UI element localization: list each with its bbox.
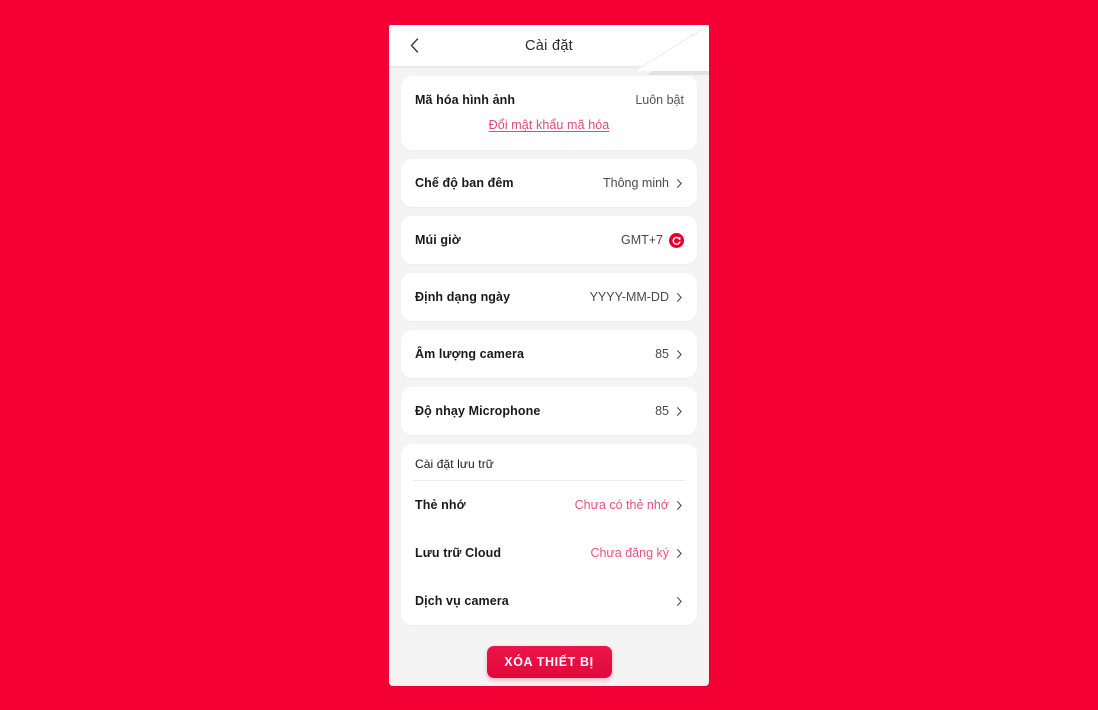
row-label: Lưu trữ Cloud: [415, 546, 502, 560]
row-right: 85: [655, 347, 684, 361]
row-label: Múi giờ: [415, 233, 461, 247]
chevron-right-icon: [675, 178, 684, 188]
row-right: GMT+7: [620, 232, 684, 248]
row-value: 85: [655, 347, 669, 361]
chevron-right-icon: [675, 349, 684, 359]
row-camera-service[interactable]: Dịch vụ camera: [401, 577, 697, 625]
row-label: Thẻ nhớ: [415, 498, 466, 512]
row-right: [669, 596, 684, 606]
row-right: 85: [655, 404, 684, 418]
change-encryption-password-link[interactable]: Đổi mật khẩu mã hóa: [489, 118, 610, 132]
row-label: Âm lượng camera: [415, 347, 525, 361]
delete-button-wrap: XÓA THIẾT BỊ: [401, 634, 697, 678]
row-value: Chưa đăng ký: [590, 546, 669, 560]
more-vertical-icon[interactable]: [691, 34, 695, 51]
card-microphone-sensitivity: Độ nhạy Microphone 85: [401, 387, 697, 435]
row-right: YYYY-MM-DD: [590, 290, 684, 304]
storage-settings-header: Cài đặt lưu trữ: [415, 457, 494, 471]
card-date-format: Định dạng ngày YYYY-MM-DD: [401, 273, 697, 321]
chevron-right-icon: [675, 292, 684, 302]
delete-device-button[interactable]: XÓA THIẾT BỊ: [486, 646, 612, 678]
row-memory-card[interactable]: Thẻ nhớ Chưa có thẻ nhớ: [401, 481, 697, 529]
page-title: Cài đặt: [524, 37, 574, 54]
back-button[interactable]: [397, 25, 431, 66]
chevron-right-icon: [675, 548, 684, 558]
card-encryption: Mã hóa hình ảnh Luôn bật Đổi mật khẩu mã…: [401, 76, 697, 150]
phone-settings-panel: Cài đặt Mã hóa hình ảnh Luôn bật Đổi mật…: [389, 25, 709, 686]
card-storage-settings: Cài đặt lưu trữ Thẻ nhớ Chưa có thẻ nhớ …: [401, 444, 697, 625]
row-value: Chưa có thẻ nhớ: [574, 498, 669, 512]
row-right: Luôn bật: [635, 93, 684, 107]
row-microphone-sensitivity[interactable]: Độ nhạy Microphone 85: [401, 387, 697, 435]
row-label: Dịch vụ camera: [415, 594, 509, 608]
row-cloud-storage[interactable]: Lưu trữ Cloud Chưa đăng ký: [401, 529, 697, 577]
app-header: Cài đặt: [389, 25, 709, 75]
row-image-encryption: Mã hóa hình ảnh Luôn bật: [401, 76, 697, 124]
row-value: Thông minh: [602, 176, 669, 190]
row-timezone[interactable]: Múi giờ GMT+7: [401, 216, 697, 264]
row-night-mode[interactable]: Chế độ ban đêm Thông minh: [401, 159, 697, 207]
row-camera-volume[interactable]: Âm lượng camera 85: [401, 330, 697, 378]
sync-icon[interactable]: [669, 232, 684, 248]
chevron-right-icon: [675, 406, 684, 416]
row-value: GMT+7: [620, 233, 663, 247]
settings-scroll-area[interactable]: Mã hóa hình ảnh Luôn bật Đổi mật khẩu mã…: [389, 66, 709, 686]
row-label: Định dạng ngày: [415, 290, 511, 304]
row-date-format[interactable]: Định dạng ngày YYYY-MM-DD: [401, 273, 697, 321]
row-label: Mã hóa hình ảnh: [415, 93, 516, 107]
card-camera-volume: Âm lượng camera 85: [401, 330, 697, 378]
row-value: 85: [655, 404, 669, 418]
chevron-right-icon: [675, 500, 684, 510]
chevron-right-icon: [675, 596, 684, 606]
row-label: Độ nhạy Microphone: [415, 404, 541, 418]
row-value: YYYY-MM-DD: [589, 290, 669, 304]
row-value: Luôn bật: [635, 93, 684, 107]
row-right: Chưa đăng ký: [590, 546, 684, 560]
card-night-mode: Chế độ ban đêm Thông minh: [401, 159, 697, 207]
chevron-left-icon: [410, 38, 419, 53]
encryption-link-row: Đổi mật khẩu mã hóa: [401, 118, 697, 146]
row-right: Chưa có thẻ nhớ: [575, 498, 684, 512]
card-timezone: Múi giờ GMT+7: [401, 216, 697, 264]
row-right: Thông minh: [603, 176, 684, 190]
row-label: Chế độ ban đêm: [415, 176, 514, 190]
